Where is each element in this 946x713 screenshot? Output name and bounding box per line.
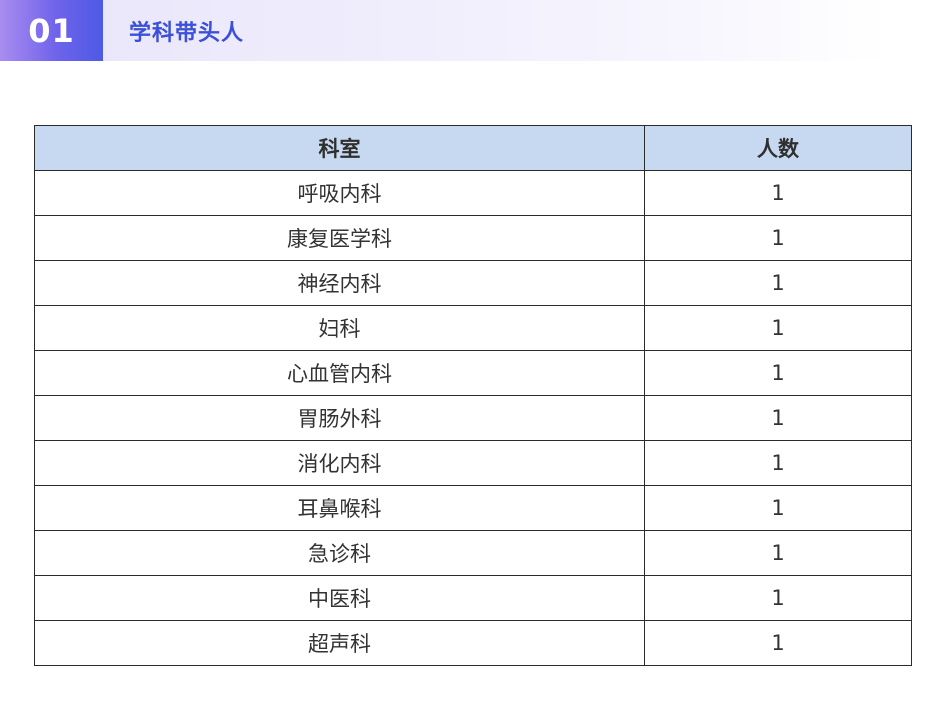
table-row: 康复医学科 1: [34, 215, 912, 261]
department-cell: 妇科: [34, 305, 645, 351]
column-header-department: 科室: [34, 125, 645, 171]
department-cell: 康复医学科: [34, 215, 645, 261]
leaders-table-container: 科室 人数 呼吸内科 1 康复医学科 1 神经内科 1 妇科 1 心血管内科 1…: [34, 125, 912, 666]
department-cell: 耳鼻喉科: [34, 485, 645, 531]
section-number: 01: [28, 11, 75, 50]
count-cell: 1: [644, 440, 912, 486]
count-cell: 1: [644, 215, 912, 261]
count-cell: 1: [644, 170, 912, 216]
leaders-table: 科室 人数 呼吸内科 1 康复医学科 1 神经内科 1 妇科 1 心血管内科 1…: [34, 125, 912, 666]
table-row: 心血管内科 1: [34, 350, 912, 396]
count-cell: 1: [644, 530, 912, 576]
department-cell: 中医科: [34, 575, 645, 621]
department-cell: 呼吸内科: [34, 170, 645, 216]
table-row: 胃肠外科 1: [34, 395, 912, 441]
table-row: 中医科 1: [34, 575, 912, 621]
table-row: 耳鼻喉科 1: [34, 485, 912, 531]
section-header: 01 学科带头人: [0, 0, 888, 61]
department-cell: 神经内科: [34, 260, 645, 306]
department-cell: 心血管内科: [34, 350, 645, 396]
table-row: 妇科 1: [34, 305, 912, 351]
column-header-count: 人数: [644, 125, 912, 171]
department-cell: 急诊科: [34, 530, 645, 576]
count-cell: 1: [644, 485, 912, 531]
department-cell: 胃肠外科: [34, 395, 645, 441]
count-cell: 1: [644, 620, 912, 666]
count-cell: 1: [644, 350, 912, 396]
count-cell: 1: [644, 575, 912, 621]
count-cell: 1: [644, 305, 912, 351]
table-row: 呼吸内科 1: [34, 170, 912, 216]
table-row: 神经内科 1: [34, 260, 912, 306]
table-header-row: 科室 人数: [34, 125, 912, 171]
table-row: 消化内科 1: [34, 440, 912, 486]
section-title: 学科带头人: [129, 20, 245, 46]
count-cell: 1: [644, 260, 912, 306]
section-number-badge: 01: [0, 0, 103, 61]
count-cell: 1: [644, 395, 912, 441]
department-cell: 消化内科: [34, 440, 645, 486]
department-cell: 超声科: [34, 620, 645, 666]
table-row: 超声科 1: [34, 620, 912, 666]
table-row: 急诊科 1: [34, 530, 912, 576]
section-title-bar: 学科带头人: [103, 0, 888, 61]
